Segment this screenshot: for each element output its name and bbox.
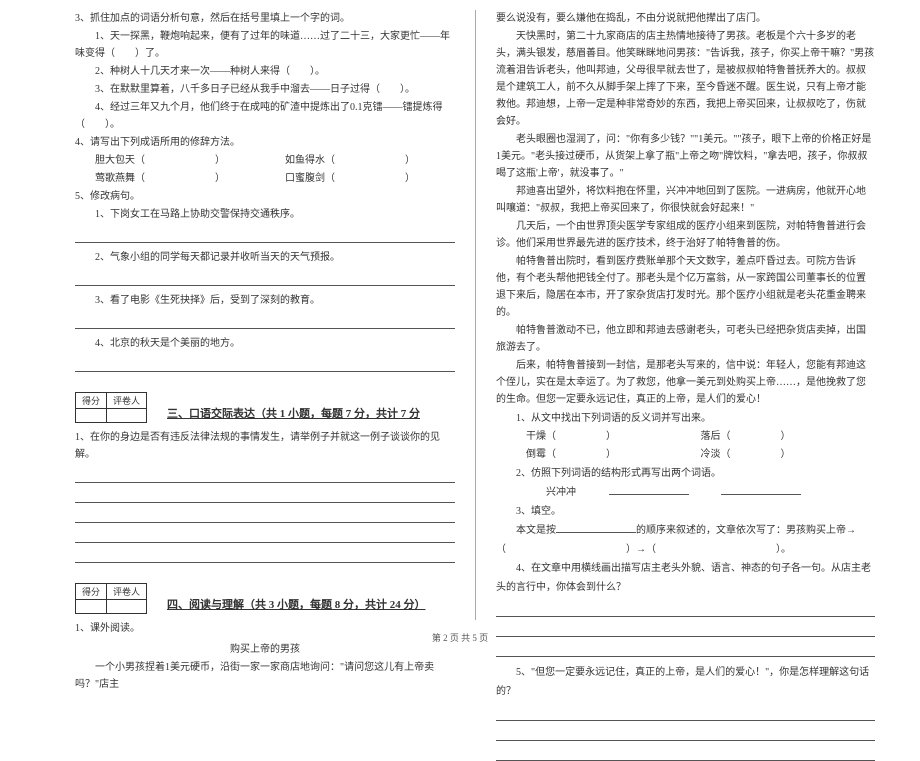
score-cell [76,600,107,614]
score-head-2: 评卷人 [107,393,147,409]
rq1: 1、从文中找出下列词语的反义词并写出来。 [496,409,875,428]
blank-line [75,507,455,523]
passage-p8: 后来，帕特鲁普接到一封信，是那老头写来的，信中说：年轻人，您能有邦迪这个侄儿，实… [496,357,875,408]
q5-prompt: 5、修改病句。 [75,188,455,205]
passage-p1-cont: 要么说没有，要么嫌他在捣乱，不由分说就把他撵出了店门。 [496,10,875,27]
q4-prompt: 4、请写出下列成语所用的修辞方法。 [75,134,455,151]
blank-line [75,527,455,543]
rq3-a: 本文是按 [516,525,556,536]
score-cell [107,600,147,614]
blank [721,486,801,495]
score-table: 得分 评卷人 [75,583,147,614]
score-head-2: 评卷人 [107,584,147,600]
passage-p2: 天快黑时，第二十九家商店的店主热情地接待了男孩。老板是个六十多岁的老头，满头银发… [496,28,875,130]
score-head-1: 得分 [76,393,107,409]
blank-line [75,356,455,372]
q4-2a: 莺歌燕舞（ ） [75,170,265,188]
passage-p6: 帕特鲁普出院时，看到医疗费账单那个天文数字，差点吓昏过去。可院方告诉他，有个老头… [496,253,875,321]
blank-line [75,313,455,329]
q5-4: 4、北京的秋天是个美丽的地方。 [75,335,455,352]
q5-1: 1、下岗女工在马路上协助交警保持交通秩序。 [75,206,455,223]
passage-p5: 几天后，一个由世界顶尖医学专家组成的医疗小组来到医院，对帕特鲁普进行会诊。他们采… [496,218,875,252]
q5-3: 3、看了电影《生死抉择》后，受到了深刻的教育。 [75,292,455,309]
score-cell [107,409,147,423]
rq1-a: 干燥（ ） [526,428,701,446]
rq2-row: 兴冲冲 [496,483,875,502]
blank-line [496,601,875,617]
left-column: 3、抓住加点的词语分析句意，然后在括号里填上一个字的词。 1、天一探黑，鞭炮响起… [60,10,475,620]
passage-p1: 一个小男孩捏着1美元硬币，沿街一家一家商店地询问："请问您这儿有上帝卖吗？"店主 [75,659,455,693]
q4-1b: 如鱼得水（ ） [265,152,455,170]
rq5: 5、"但您一定要永远记住，真正的上帝，是人们的爱心！"，你是怎样理解这句话的？ [496,663,875,701]
score-cell [76,409,107,423]
q3-4: 4、经过三年又九个月，他们终于在成吨的矿渣中提炼出了0.1克镭——镭提炼得（ ）… [75,99,455,133]
section-3-title: 三、口语交际表达（共 1 小题，每题 7 分，共计 7 分 [167,405,420,423]
q3-1: 1、天一探黑，鞭炮响起来，便有了过年的味道……过了二十三，大家更忙——年味变得（… [75,28,455,62]
blank-line [75,467,455,483]
blank-line [75,270,455,286]
blank-line [75,487,455,503]
q3-prompt: 3、抓住加点的词语分析句意，然后在括号里填上一个字的词。 [75,10,455,27]
q3-2: 2、种树人十几天才来一次——种树人来得（ ）。 [75,63,455,80]
rq3-blanks: （ ）→（ ）。 [496,540,875,559]
rq1-d: 冷淡（ ） [701,446,876,464]
section-4-header: 得分 评卷人 四、阅读与理解（共 3 小题，每题 8 分，共计 24 分） [75,583,455,614]
score-head-1: 得分 [76,584,107,600]
blank-line [496,745,875,761]
blank-line [75,227,455,243]
rq3: 3、填空。 [496,502,875,521]
blank [609,486,689,495]
passage-p3: 老头眼圈也湿润了，问："你有多少钱？""1美元。""孩子，眼下上帝的价格正好是1… [496,131,875,182]
q5-2: 2、气象小组的同学每天都记录并收听当天的天气预报。 [75,249,455,266]
blank-line [496,705,875,721]
rq3-text: 本文是按 的顺序来叙述的，文章依次写了：男孩购买上帝→ [496,521,875,540]
q4-1a: 胆大包天（ ） [75,152,265,170]
rq1-c: 倒霉（ ） [526,446,701,464]
q3-3: 3、在默默里算着，八千多日子已经从我手中溜去——日子过得（ ）。 [75,81,455,98]
rq2-ex: 兴冲冲 [546,487,576,498]
page-footer: 第 2 页 共 5 页 [0,631,920,644]
rq4: 4、在文章中用横线画出描写店主老头外貌、语言、神态的句子各一句。从店主老头的言行… [496,559,875,597]
section-3-header: 得分 评卷人 三、口语交际表达（共 1 小题，每题 7 分，共计 7 分 [75,392,455,423]
right-column: 要么说没有，要么嫌他在捣乱，不由分说就把他撵出了店门。 天快黑时，第二十九家商店… [475,10,890,620]
q4-2b: 口蜜腹剑（ ） [265,170,455,188]
s3-q1: 1、在你的身边是否有违反法律法规的事情发生，请举例子并就这一例子谈谈你的见解。 [75,429,455,463]
score-table: 得分 评卷人 [75,392,147,423]
rq2: 2、仿照下列词语的结构形式再写出两个词语。 [496,464,875,483]
rq3-b: 的顺序来叙述的，文章依次写了：男孩购买上帝→ [636,525,856,536]
passage-p4: 邦迪喜出望外，将饮料抱在怀里，兴冲冲地回到了医院。一进病房，他就开心地叫嚷道："… [496,183,875,217]
blank-line [75,547,455,563]
blank [556,524,636,533]
passage-p7: 帕特鲁普激动不已，他立即和邦迪去感谢老头，可老头已经把杂货店卖掉，出国旅游去了。 [496,322,875,356]
blank-line [496,725,875,741]
section-4-title: 四、阅读与理解（共 3 小题，每题 8 分，共计 24 分） [167,596,426,614]
rq1-b: 落后（ ） [701,428,876,446]
